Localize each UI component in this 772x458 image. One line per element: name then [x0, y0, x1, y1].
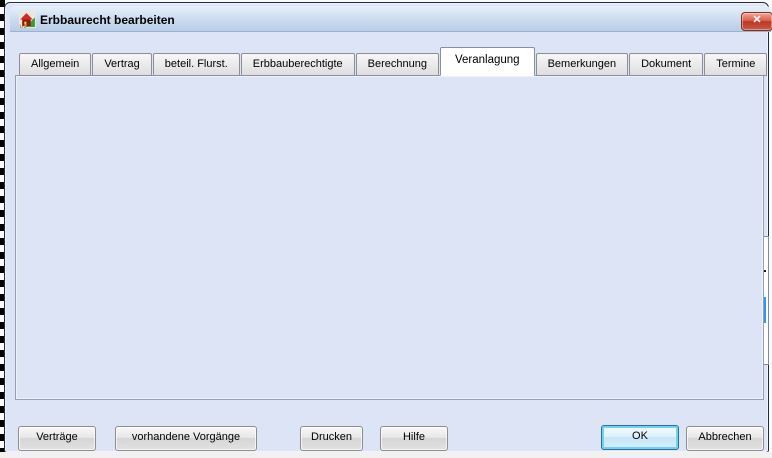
- window-title: Erbbaurecht bearbeiten: [40, 13, 175, 27]
- desktop-strip: [0, 452, 772, 458]
- tab-bemerkungen[interactable]: Bemerkungen: [536, 53, 629, 76]
- close-icon[interactable]: ✕: [741, 12, 772, 31]
- abbrechen-button[interactable]: Abbrechen: [686, 426, 764, 451]
- tab-beteil-flurst[interactable]: beteil. Flurst.: [153, 53, 240, 76]
- tab-termine[interactable]: Termine: [704, 53, 767, 76]
- tab-berechnung[interactable]: Berechnung: [356, 53, 439, 76]
- tab-bar: Allgemein Vertrag beteil. Flurst. Erbbau…: [19, 49, 768, 76]
- hilfe-button[interactable]: Hilfe: [380, 426, 448, 451]
- tab-page-veranlagung: [15, 75, 764, 400]
- house-icon: LIB: [19, 11, 36, 28]
- title-bar[interactable]: LIB Erbbaurecht bearbeiten ✕: [10, 6, 771, 32]
- tab-vertrag[interactable]: Vertrag: [92, 53, 151, 76]
- svg-text:LIB: LIB: [20, 23, 27, 28]
- screen: LIB Erbbaurecht bearbeiten ✕ Allgemein V…: [0, 0, 772, 458]
- drucken-button[interactable]: Drucken: [300, 426, 363, 451]
- tab-dokument[interactable]: Dokument: [629, 53, 703, 76]
- tab-allgemein[interactable]: Allgemein: [19, 53, 91, 76]
- ok-button[interactable]: OK: [601, 425, 679, 450]
- vorhandene-vorgaenge-button[interactable]: vorhandene Vorgänge: [115, 426, 257, 451]
- tab-veranlagung[interactable]: Veranlagung: [440, 47, 535, 76]
- vertraege-button[interactable]: Verträge: [18, 426, 96, 451]
- tab-erbbauberechtigte[interactable]: Erbbauberechtigte: [241, 53, 355, 76]
- erbbaurecht-dialog: LIB Erbbaurecht bearbeiten ✕ Allgemein V…: [4, 2, 769, 453]
